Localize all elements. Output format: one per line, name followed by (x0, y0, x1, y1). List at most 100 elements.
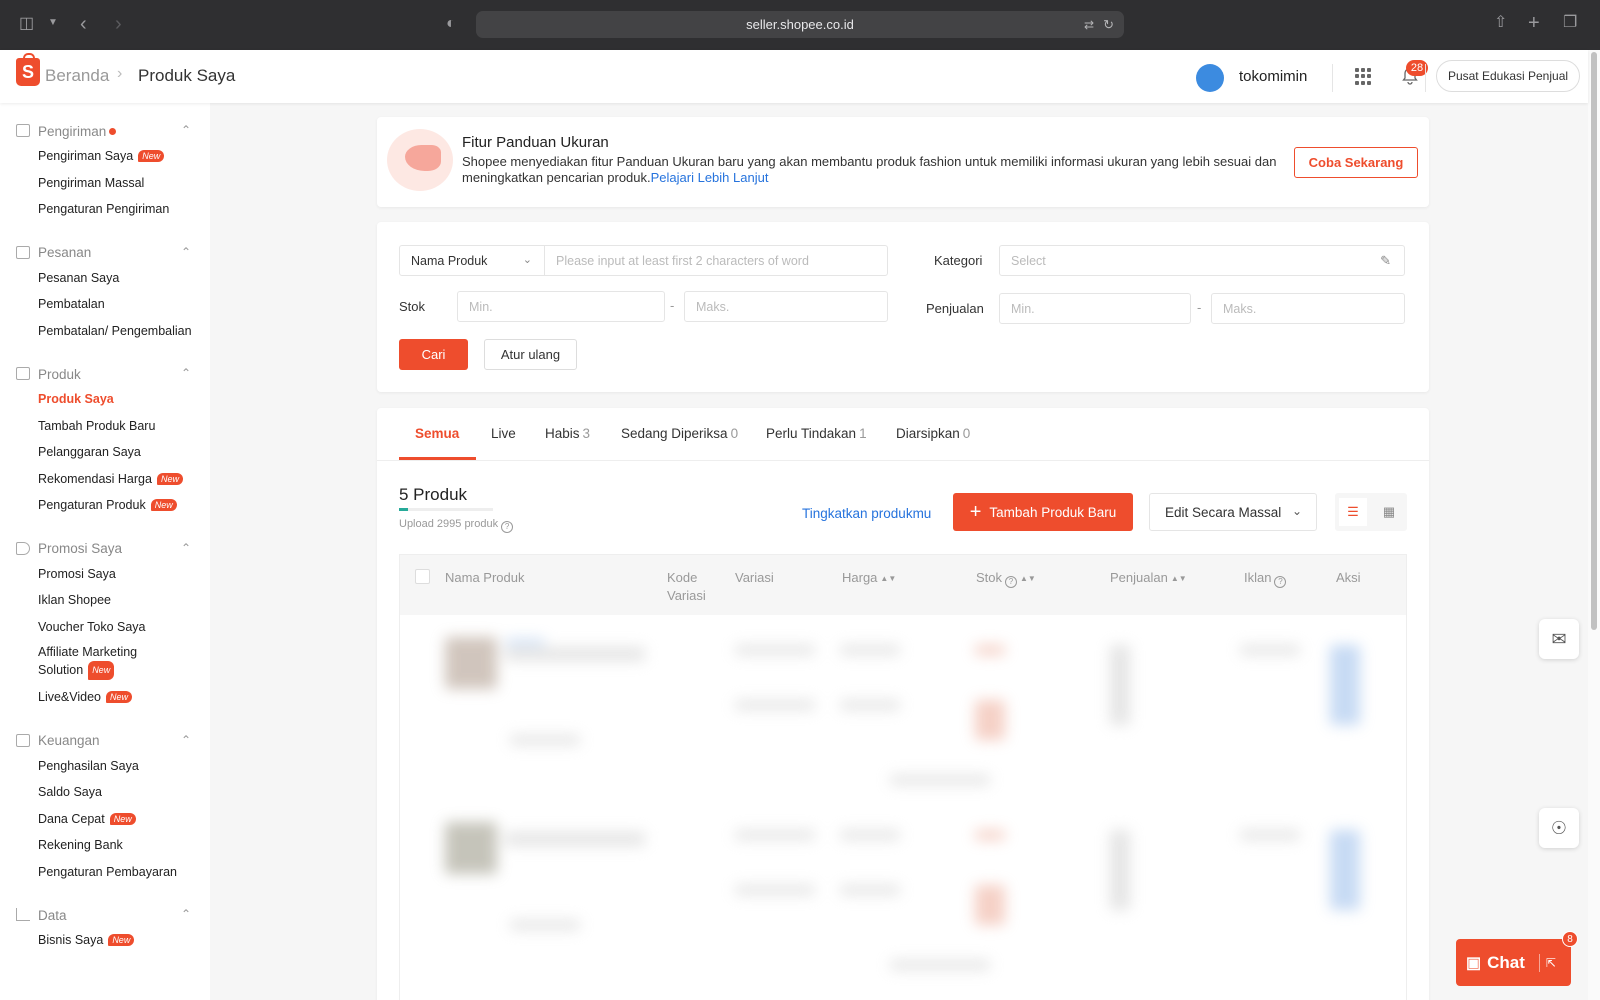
add-product-button[interactable]: + Tambah Produk Baru (953, 493, 1133, 531)
col-stock[interactable]: Stok? ▲▼ (976, 569, 1036, 588)
sidebar-item-produk-saya[interactable]: Produk Saya (0, 386, 210, 413)
tab-sedang-diperiksa[interactable]: Sedang Diperiksa 0 (621, 426, 738, 441)
sidebar-item-pengaturan-produk[interactable]: Pengaturan Produk New (0, 492, 210, 519)
tab-semua[interactable]: Semua (415, 426, 459, 441)
chevron-up-icon[interactable]: ⌃ (181, 366, 191, 380)
avatar[interactable] (1196, 64, 1224, 92)
sort-icon[interactable]: ▲▼ (1171, 574, 1187, 583)
sidebar-section-header[interactable]: Keuangan ⌃ (0, 729, 210, 753)
grid-view-icon[interactable]: ▦ (1375, 498, 1403, 526)
banner-title: Fitur Panduan Ukuran (462, 134, 609, 151)
sidebar-section-keuangan: Keuangan ⌃ Penghasilan Saya Saldo Saya D… (0, 729, 210, 886)
sidebar-item-rekening-bank[interactable]: Rekening Bank (0, 832, 210, 859)
select-all-checkbox[interactable] (415, 569, 430, 584)
category-select[interactable]: Select ✎ (999, 245, 1405, 276)
tab-habis[interactable]: Habis 3 (545, 426, 590, 441)
chevron-down-icon[interactable]: ▼ (48, 18, 58, 28)
tab-live[interactable]: Live (491, 426, 516, 441)
sales-min-input[interactable]: Min. (999, 293, 1191, 324)
sidebar-section-header[interactable]: Data ⌃ (0, 903, 210, 927)
address-bar[interactable]: seller.shopee.co.id ⇄ ↻ (476, 11, 1124, 38)
breadcrumb-home[interactable]: Beranda (45, 66, 109, 86)
table-row[interactable] (400, 810, 1406, 990)
chevron-up-icon[interactable]: ⌃ (181, 245, 191, 259)
sidebar-item-live-video[interactable]: Live&Video New (0, 684, 210, 711)
sidebar-item-pelanggaran[interactable]: Pelanggaran Saya (0, 439, 210, 466)
expand-icon[interactable]: ⇱ (1546, 956, 1556, 970)
username[interactable]: tokomimin (1239, 68, 1307, 85)
help-icon[interactable]: ? (1005, 576, 1018, 588)
help-icon[interactable]: ? (1274, 576, 1287, 588)
tab-perlu-tindakan[interactable]: Perlu Tindakan 1 (766, 426, 867, 441)
sidebar-item-pesanan-saya[interactable]: Pesanan Saya (0, 265, 210, 292)
col-sales[interactable]: Penjualan ▲▼ (1110, 569, 1187, 588)
sidebar-item-pembatalan[interactable]: Pembatalan (0, 291, 210, 318)
new-tab-icon[interactable]: + (1528, 13, 1540, 33)
text-placeholder (975, 645, 1005, 655)
sort-icon[interactable]: ▲▼ (1020, 574, 1036, 583)
translate-icon[interactable]: ⇄ (1084, 18, 1094, 32)
search-field-select[interactable]: Nama Produk ⌄ (399, 245, 545, 276)
seller-education-button[interactable]: Pusat Edukasi Penjual (1436, 60, 1580, 92)
sidebar-item-pengembalian[interactable]: Pembatalan/ Pengembalian (0, 318, 210, 345)
table-row[interactable] (400, 625, 1406, 805)
stock-min-input[interactable]: Min. (457, 291, 665, 322)
sidebar-item-pengaturan-pengiriman[interactable]: Pengaturan Pengiriman (0, 196, 210, 223)
sidebar-section-header[interactable]: Produk ⌃ (0, 362, 210, 386)
sidebar-item-pengiriman-massal[interactable]: Pengiriman Massal (0, 170, 210, 197)
chevron-up-icon[interactable]: ⌃ (181, 541, 191, 555)
list-view-icon[interactable]: ☰ (1339, 498, 1367, 526)
share-icon[interactable]: ⇧ (1494, 15, 1507, 31)
chat-button[interactable]: ▣ Chat ⇱ (1456, 939, 1571, 986)
text-placeholder (735, 830, 815, 840)
sidebar-item-saldo[interactable]: Saldo Saya (0, 779, 210, 806)
product-name-input[interactable]: Please input at least first 2 characters… (544, 245, 888, 276)
inbox-icon[interactable]: ✉ (1539, 619, 1579, 659)
page-scrollbar[interactable] (1588, 50, 1600, 1000)
col-action: Aksi (1336, 570, 1361, 585)
upgrade-products-link[interactable]: Tingkatkan produkmu (802, 506, 931, 521)
reload-icon[interactable]: ↻ (1103, 17, 1114, 33)
sidebar-item-tambah-produk[interactable]: Tambah Produk Baru (0, 413, 210, 440)
search-button[interactable]: Cari (399, 339, 468, 370)
scrollbar-thumb[interactable] (1591, 52, 1597, 630)
tab-overview-icon[interactable]: ❐ (1563, 15, 1577, 31)
sidebar-item-promosi-saya[interactable]: Promosi Saya (0, 561, 210, 588)
chevron-up-icon[interactable]: ⌃ (181, 907, 191, 921)
try-now-button[interactable]: Coba Sekarang (1294, 147, 1418, 178)
sort-icon[interactable]: ▲▼ (880, 574, 896, 583)
chevron-up-icon[interactable]: ⌃ (181, 733, 191, 747)
tab-diarsipkan[interactable]: Diarsipkan 0 (896, 426, 970, 441)
sidebar-item-penghasilan[interactable]: Penghasilan Saya (0, 753, 210, 780)
col-variation-code: Kode Variasi (667, 570, 706, 603)
sidebar-item-dana-cepat[interactable]: Dana Cepat New (0, 806, 210, 833)
sidebar-item-affiliate[interactable]: Affiliate Marketing Solution New (0, 640, 210, 684)
pencil-icon[interactable]: ✎ (1380, 253, 1391, 269)
back-icon[interactable]: ‹ (80, 14, 87, 34)
sidebar-section-header[interactable]: Promosi Saya ⌃ (0, 537, 210, 561)
learn-more-link[interactable]: Pelajari Lebih Lanjut (651, 170, 769, 185)
new-badge: New (138, 150, 165, 163)
sidebar-item-iklan-shopee[interactable]: Iklan Shopee (0, 587, 210, 614)
shopee-logo[interactable]: S (16, 53, 40, 86)
sidebar-section-header[interactable]: Pesanan ⌃ (0, 241, 210, 265)
mass-edit-dropdown[interactable]: Edit Secara Massal ⌄ (1149, 493, 1317, 531)
sidebar-toggle-icon[interactable]: ◫ (19, 16, 34, 32)
privacy-shield-icon[interactable]: ◐ (446, 16, 456, 32)
sidebar-item-pengiriman-saya[interactable]: Pengiriman Saya New (0, 143, 210, 170)
reset-button[interactable]: Atur ulang (484, 339, 577, 370)
apps-grid-icon[interactable] (1355, 68, 1372, 85)
sales-max-input[interactable]: Maks. (1211, 293, 1405, 324)
help-icon[interactable]: ? (501, 520, 514, 533)
sidebar-section-header[interactable]: Pengiriman ⌃ (0, 119, 210, 143)
support-icon[interactable]: ☉ (1539, 808, 1579, 848)
sidebar-item-rekomendasi-harga[interactable]: Rekomendasi Harga New (0, 466, 210, 493)
sidebar-item-voucher[interactable]: Voucher Toko Saya (0, 614, 210, 641)
col-price[interactable]: Harga ▲▼ (842, 569, 896, 588)
sidebar-item-pengaturan-pembayaran[interactable]: Pengaturan Pembayaran (0, 859, 210, 886)
stock-max-input[interactable]: Maks. (684, 291, 888, 322)
sidebar-item-bisnis-saya[interactable]: Bisnis Saya New (0, 927, 210, 954)
forward-icon[interactable]: › (115, 14, 122, 34)
chevron-up-icon[interactable]: ⌃ (181, 123, 191, 137)
banner-description: Shopee menyediakan fitur Panduan Ukuran … (462, 154, 1277, 185)
